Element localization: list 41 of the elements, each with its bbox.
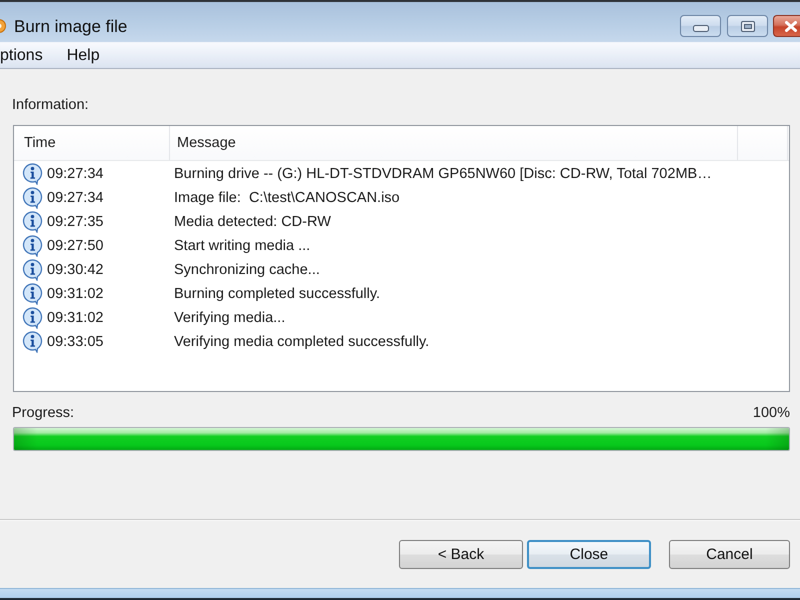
time-cell-text: 09:27:35: [46, 213, 104, 231]
time-cell-text: 09:27:34: [46, 165, 104, 183]
info-icon: [22, 187, 43, 209]
info-icon: [22, 235, 43, 257]
dialog-button[interactable]: Close: [526, 540, 651, 569]
info-icon: [22, 283, 43, 305]
time-cell-text: 09:30:42: [46, 261, 104, 279]
time-cell-text: 09:31:02: [46, 309, 104, 327]
minimize-button[interactable]: [680, 15, 721, 37]
column-header[interactable]: Time: [14, 126, 170, 160]
dialog-button[interactable]: Cancel: [668, 540, 790, 569]
close-button[interactable]: [773, 15, 800, 37]
info-icon: [22, 259, 43, 281]
message-cell-text: Verifying media...: [173, 309, 286, 327]
maximize-button[interactable]: [727, 15, 768, 37]
time-cell-text: 09:33:05: [46, 333, 104, 351]
minimize-icon: [692, 25, 708, 32]
menu-item[interactable]: ptions: [0, 46, 49, 66]
section-label: Information:: [12, 96, 89, 114]
info-icon: [22, 163, 43, 185]
info-icon: [22, 307, 43, 329]
message-cell-text: Burning drive -- (G:) HL-DT-STDVDRAM GP65NW60 [Disc: CD-RW, Total 702MB…: [173, 165, 712, 183]
menu-item[interactable]: Help: [60, 46, 106, 66]
time-cell-text: 09:31:02: [46, 285, 104, 303]
info-icon: [22, 331, 43, 353]
close-icon: [785, 20, 797, 32]
info-icon: [22, 211, 43, 233]
progress-value: 100%: [752, 404, 790, 422]
dialog-button[interactable]: < Back: [399, 540, 523, 569]
message-cell-text: Verifying media completed successfully.: [173, 333, 430, 351]
restore-icon: [740, 20, 754, 32]
message-cell-text: Start writing media ...: [173, 237, 310, 255]
progress-label: Progress:: [12, 404, 74, 422]
message-cell-text: Media detected: CD-RW: [173, 213, 331, 231]
message-cell-text: Synchronizing cache...: [173, 261, 320, 279]
message-cell-text: Image file: C:\test\CANOSCAN.iso: [173, 189, 400, 207]
message-cell-text: Burning completed successfully.: [173, 285, 380, 303]
window-title: Burn image file: [14, 16, 128, 38]
column-header[interactable]: Message: [170, 126, 738, 160]
time-cell-text: 09:27:50: [46, 237, 104, 255]
time-cell-text: 09:27:34: [46, 189, 104, 207]
